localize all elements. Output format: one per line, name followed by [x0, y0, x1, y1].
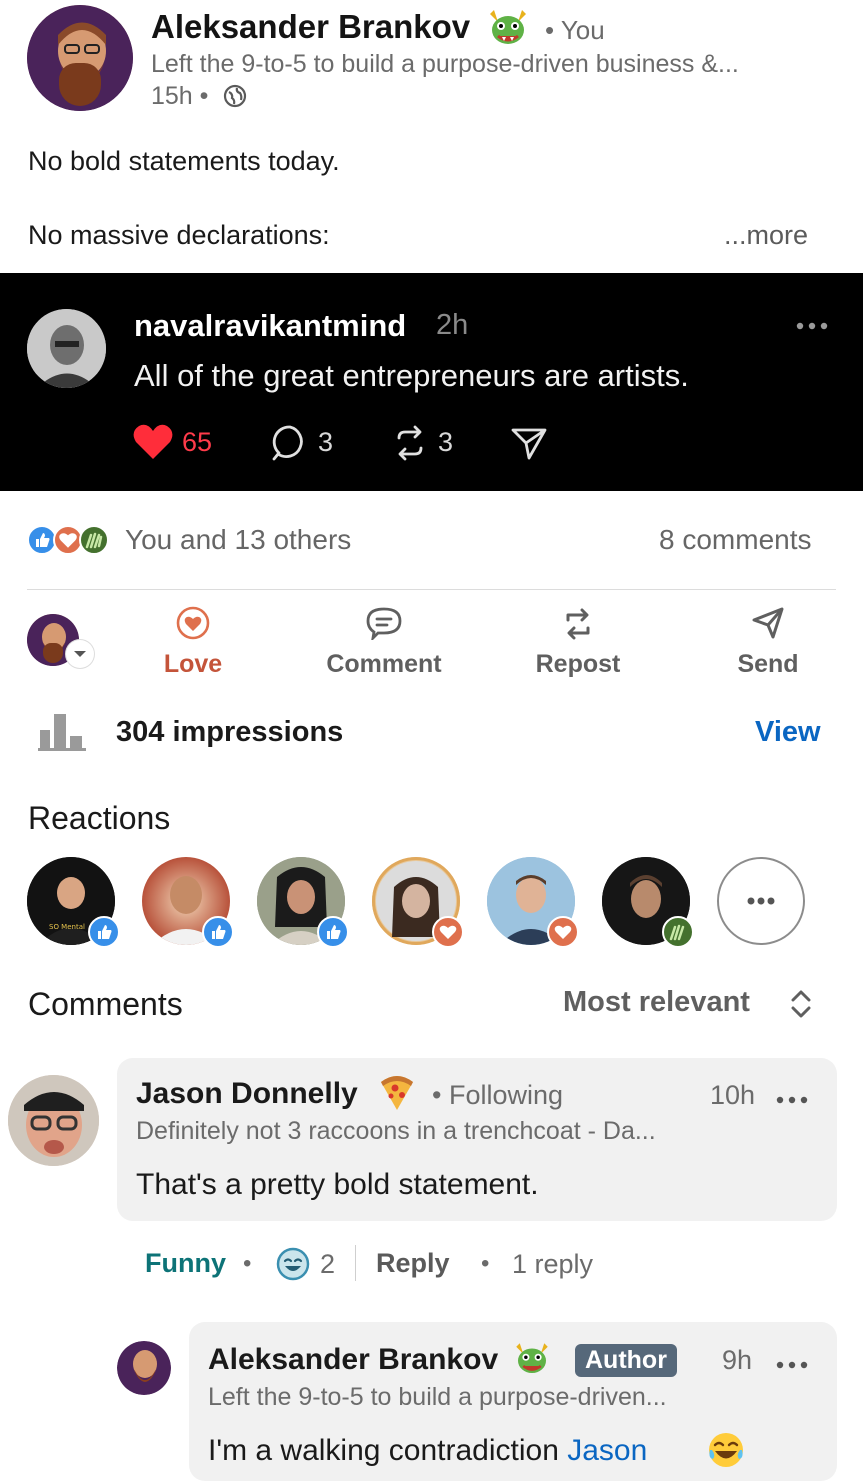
heart-icon	[133, 424, 173, 460]
send-button[interactable]: Send	[698, 606, 838, 679]
reply-author-avatar[interactable]	[117, 1341, 171, 1395]
dragon-emoji-icon	[484, 4, 532, 52]
post-text-line-2: No massive declarations:	[28, 220, 330, 250]
comment-time: 10h	[710, 1080, 756, 1110]
chevron-down-icon[interactable]	[66, 640, 94, 668]
reply-text-body: I'm a walking contradiction	[208, 1434, 568, 1467]
reply-more-icon[interactable]	[776, 1357, 808, 1369]
divider	[355, 1245, 356, 1281]
comment-button[interactable]: Comment	[314, 606, 454, 679]
send-icon	[698, 606, 838, 646]
sort-label: Most relevant	[563, 986, 750, 1018]
post-author-avatar[interactable]	[27, 5, 133, 111]
post-text-line-1: No bold statements today.	[28, 146, 340, 176]
repost-icon	[391, 424, 429, 462]
comment-icon	[314, 606, 454, 646]
reactions-title: Reactions	[28, 800, 171, 836]
impressions-count: 304 impressions	[116, 716, 344, 748]
repost-label: Repost	[535, 650, 621, 678]
dragon-emoji-icon	[511, 1338, 553, 1380]
pizza-emoji-icon	[377, 1072, 417, 1112]
more-reactors-button[interactable]	[717, 857, 805, 945]
send-label: Send	[737, 650, 799, 678]
reply-text: I'm a walking contradiction Jason	[208, 1434, 647, 1468]
embedded-media-card[interactable]: navalravikantmind 2h All of the great en…	[0, 273, 863, 491]
bar-chart-icon	[38, 712, 86, 752]
reaction-icons-stack[interactable]	[27, 525, 117, 559]
commenter-avatar[interactable]	[8, 1075, 99, 1166]
embedded-likes: 65	[182, 427, 213, 457]
reply-card: Aleksander Brankov Author 9h Left the 9-…	[189, 1322, 837, 1481]
comment-card: Jason Donnelly • Following 10h Definitel…	[117, 1058, 837, 1221]
see-more-link[interactable]: ...more	[724, 220, 808, 251]
dot-separator: •	[243, 1250, 252, 1277]
dot-separator: •	[481, 1250, 490, 1277]
embedded-text: All of the great entrepreneurs are artis…	[134, 358, 689, 393]
love-button[interactable]: Love	[123, 606, 263, 679]
reply-author-name[interactable]: Aleksander Brankov	[208, 1343, 498, 1377]
globe-icon	[223, 84, 247, 108]
laughing-emoji-icon	[706, 1430, 746, 1470]
comment-bubble-icon	[271, 424, 309, 462]
repost-arrows-icon	[508, 606, 648, 646]
mention-link[interactable]: Jason	[567, 1434, 647, 1467]
embedded-reposts: 3	[438, 427, 454, 457]
funny-reaction-count[interactable]: 2	[320, 1249, 335, 1280]
reply-author-headline: Left the 9-to-5 to build a purpose-drive…	[208, 1383, 667, 1411]
celebrate-reaction-icon	[79, 525, 109, 555]
comment-label: Comment	[326, 650, 442, 678]
embedded-time: 2h	[436, 309, 469, 341]
love-badge-icon	[547, 916, 579, 948]
author-badge: Author	[575, 1344, 677, 1377]
love-badge-icon	[432, 916, 464, 948]
reply-time: 9h	[722, 1345, 753, 1375]
post-time: 15h •	[151, 82, 209, 110]
share-paper-plane-icon	[510, 424, 548, 462]
svg-text:SO Mental: SO Mental	[49, 923, 85, 931]
love-heart-icon	[123, 606, 263, 646]
sort-chevrons-icon	[787, 986, 815, 1027]
divider	[27, 589, 836, 590]
love-label: Love	[163, 650, 223, 678]
embedded-more-icon	[796, 318, 828, 330]
commenter-relation: • Following	[432, 1080, 564, 1110]
funny-reaction-label[interactable]: Funny	[145, 1248, 226, 1279]
embedded-username: navalravikantmind	[134, 308, 407, 343]
commenter-headline: Definitely not 3 raccoons in a trenchcoa…	[136, 1117, 656, 1145]
view-analytics-link[interactable]: View	[755, 716, 821, 749]
post-author-name[interactable]: Aleksander Brankov	[151, 8, 470, 46]
celebrate-badge-icon	[662, 916, 694, 948]
post-author-relation: • You	[545, 15, 605, 45]
reply-button[interactable]: Reply	[376, 1248, 450, 1279]
like-badge-icon	[88, 916, 120, 948]
comments-count[interactable]: 8 comments	[659, 524, 812, 556]
commenter-name[interactable]: Jason Donnelly	[136, 1077, 358, 1111]
comment-more-icon[interactable]	[776, 1092, 808, 1104]
like-badge-icon	[202, 916, 234, 948]
like-badge-icon	[317, 916, 349, 948]
comments-title: Comments	[28, 986, 183, 1022]
reactions-summary[interactable]: You and 13 others	[125, 524, 351, 556]
post-author-headline: Left the 9-to-5 to build a purpose-drive…	[151, 50, 739, 78]
embedded-author-avatar	[27, 309, 106, 388]
embedded-comments: 3	[318, 427, 334, 457]
sort-dropdown[interactable]: Most relevant	[563, 986, 823, 1026]
comment-text: That's a pretty bold statement.	[136, 1168, 539, 1201]
repost-button[interactable]: Repost	[508, 606, 648, 679]
funny-emoji-icon	[276, 1247, 310, 1281]
reply-count-link[interactable]: 1 reply	[512, 1249, 593, 1280]
